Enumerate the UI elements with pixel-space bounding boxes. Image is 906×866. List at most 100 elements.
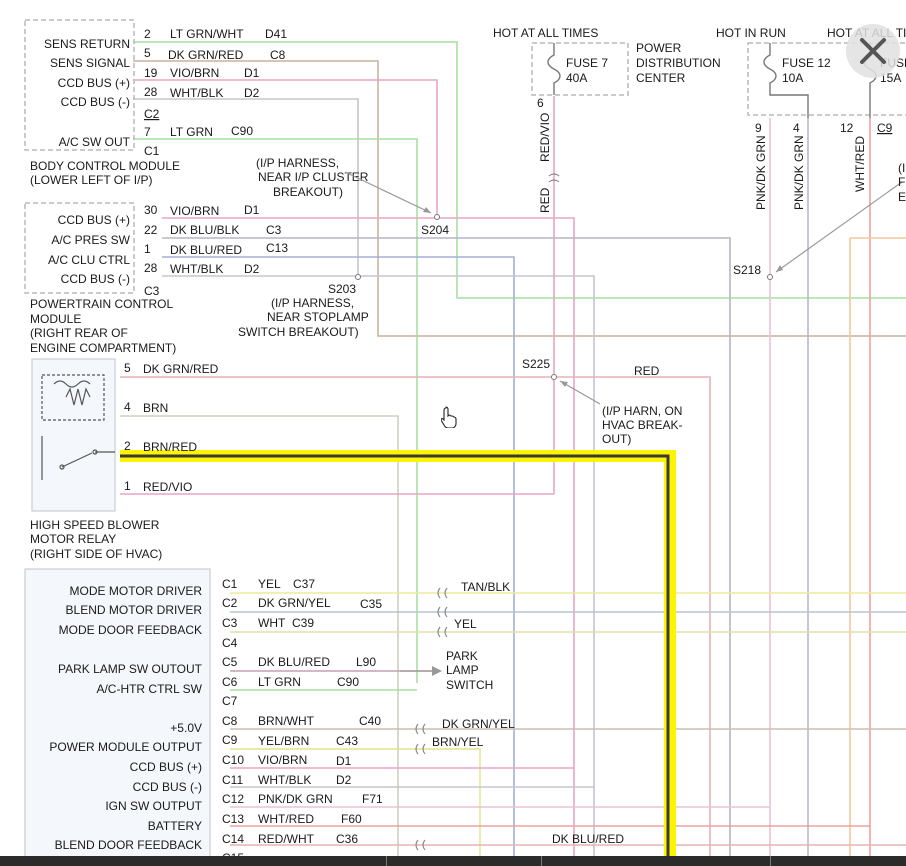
- wire-label-yel: YEL: [454, 617, 477, 631]
- splice-s225-note: HVAC BREAK-: [602, 418, 682, 432]
- splice-s204-note: NEAR I/P CLUSTER: [258, 170, 369, 184]
- splice-s204-note: (I/P HARNESS,: [256, 156, 339, 170]
- svg-text:PNK/DK GRN: PNK/DK GRN: [792, 135, 806, 210]
- pdc-label: CENTER: [636, 71, 686, 85]
- hvac-connectors: C1 C2 C3 C4 C5 C6 C7 C8 C9 C10 C11 C12 C…: [222, 577, 244, 865]
- svg-text:C39: C39: [292, 616, 314, 630]
- bottom-toolbar: [0, 856, 906, 866]
- svg-text:A/C-HTR CTRL SW: A/C-HTR CTRL SW: [96, 682, 202, 696]
- pcm-name: MODULE: [30, 312, 81, 326]
- close-button[interactable]: [846, 24, 900, 78]
- wire-dk-blu-red-c13: [162, 256, 515, 862]
- svg-text:BRN/RED: BRN/RED: [143, 440, 197, 454]
- wire-label-red: RED: [538, 187, 552, 213]
- svg-text:22: 22: [144, 223, 158, 237]
- svg-text:D2: D2: [336, 773, 352, 787]
- pdc-label: DISTRIBUTION: [636, 56, 721, 70]
- svg-text:C13: C13: [222, 812, 244, 826]
- svg-text:BLEND MOTOR DRIVER: BLEND MOTOR DRIVER: [66, 603, 203, 617]
- splice-s203-note: SWITCH BREAKOUT): [238, 325, 359, 339]
- svg-text:BRN: BRN: [143, 401, 168, 415]
- svg-text:C6: C6: [222, 675, 238, 689]
- svg-text:D1: D1: [336, 754, 352, 768]
- splice-s225-note: (I/P HARN, ON: [602, 404, 682, 418]
- svg-text:A/C PRES SW: A/C PRES SW: [51, 233, 130, 247]
- svg-text:5: 5: [124, 361, 131, 375]
- pcm-location: ENGINE COMPARTMENT): [30, 341, 176, 355]
- wire-label-dk-blu-red: DK BLU/RED: [552, 832, 624, 846]
- svg-text:4: 4: [124, 400, 131, 414]
- svg-text:C7: C7: [222, 694, 238, 708]
- wire-orange-edge: [849, 237, 906, 862]
- svg-text:L90: L90: [356, 655, 376, 669]
- svg-text:C37: C37: [293, 577, 315, 591]
- svg-text:C12: C12: [222, 792, 244, 806]
- pcm-name: POWERTRAIN CONTROL: [30, 297, 173, 311]
- svg-text:D2: D2: [244, 262, 260, 276]
- park-lamp-switch: LAMP: [446, 663, 479, 677]
- svg-text:VIO/BRN: VIO/BRN: [170, 204, 219, 218]
- svg-text:C11: C11: [222, 773, 243, 787]
- bcm-pin-label: CCD BUS (-): [61, 95, 130, 109]
- svg-text:2: 2: [124, 439, 131, 453]
- svg-text:A/C CLU CTRL: A/C CLU CTRL: [48, 253, 130, 267]
- svg-text:5: 5: [144, 46, 151, 60]
- svg-text:PARK LAMP SW OUTOUT: PARK LAMP SW OUTOUT: [58, 662, 203, 676]
- hand-pointer-icon: [440, 406, 457, 433]
- splice-s225-note: OUT): [602, 432, 631, 446]
- splice-s218-dot: [767, 274, 773, 280]
- svg-text:PNK/DK GRN: PNK/DK GRN: [258, 792, 333, 806]
- wire-label-red-vio: RED/VIO: [538, 113, 552, 162]
- svg-text:WHT/RED: WHT/RED: [258, 812, 314, 826]
- splice-s225: S225: [522, 357, 550, 371]
- svg-text:4: 4: [793, 121, 800, 135]
- wire-dk-grn-red-c8: [133, 60, 906, 337]
- bcm-wire-labels: LT GRN/WHT D41 DK GRN/RED C8 VIO/BRN D1 WHT…: [168, 27, 287, 139]
- svg-text:C8: C8: [222, 714, 238, 728]
- svg-text:+5.0V: +5.0V: [170, 721, 202, 735]
- wire-label-tan-blk: TAN/BLK: [461, 580, 510, 594]
- svg-text:E: E: [898, 190, 906, 204]
- svg-text:F71: F71: [362, 792, 383, 806]
- relay-pin-numbers: 5 4 2 1: [124, 361, 131, 493]
- fuse7-amp: 40A: [566, 71, 587, 85]
- svg-text:CCD BUS (-): CCD BUS (-): [133, 780, 202, 794]
- svg-text:C13: C13: [266, 241, 288, 255]
- svg-text:D1: D1: [244, 203, 260, 217]
- pdc-label: POWER: [636, 41, 682, 55]
- svg-text:CCD BUS (-): CCD BUS (-): [61, 272, 130, 286]
- svg-text:IGN SW OUTPUT: IGN SW OUTPUT: [105, 799, 202, 813]
- svg-text:30: 30: [144, 203, 158, 217]
- connector-c9: C9: [877, 121, 893, 135]
- svg-text:19: 19: [144, 66, 158, 80]
- bcm-pin-label: CCD BUS (+): [58, 76, 130, 90]
- svg-text:WHT: WHT: [258, 616, 286, 630]
- splice-s203-note: NEAR STOPLAMP: [267, 310, 369, 324]
- wire-label-dk-grn-yel: DK GRN/YEL: [442, 717, 515, 731]
- svg-text:C43: C43: [336, 734, 358, 748]
- svg-text:7: 7: [144, 125, 151, 139]
- svg-text:28: 28: [144, 261, 158, 275]
- svg-text:BLEND DOOR FEEDBACK: BLEND DOOR FEEDBACK: [55, 838, 202, 852]
- svg-text:C35: C35: [360, 597, 382, 611]
- pcm-connector-c3: C3: [144, 284, 160, 298]
- svg-text:DK BLU/RED: DK BLU/RED: [258, 655, 330, 669]
- svg-text:C4: C4: [222, 636, 238, 650]
- svg-text:D1: D1: [244, 66, 260, 80]
- svg-text:D2: D2: [244, 86, 260, 100]
- relay-box: [31, 358, 116, 512]
- relay-red-label: RED: [634, 364, 660, 378]
- splice-s204: S204: [421, 223, 449, 237]
- svg-text:YEL: YEL: [258, 577, 281, 591]
- svg-text:WHT/BLK: WHT/BLK: [258, 773, 311, 787]
- splice-s203-dot: [355, 274, 361, 280]
- bcm-pin-label: A/C SW OUT: [59, 135, 131, 149]
- svg-text:(I: (I: [898, 161, 905, 175]
- wiring-diagram: SENS RETURN SENS SIGNAL CCD BUS (+) CCD …: [24, 19, 906, 866]
- svg-text:LT GRN: LT GRN: [258, 675, 301, 689]
- relay-name: HIGH SPEED BLOWER: [30, 518, 160, 532]
- svg-text:C10: C10: [222, 753, 244, 767]
- bcm-pin-label: SENS RETURN: [44, 37, 130, 51]
- svg-text:VIO/BRN: VIO/BRN: [170, 66, 219, 80]
- close-icon: [860, 38, 886, 64]
